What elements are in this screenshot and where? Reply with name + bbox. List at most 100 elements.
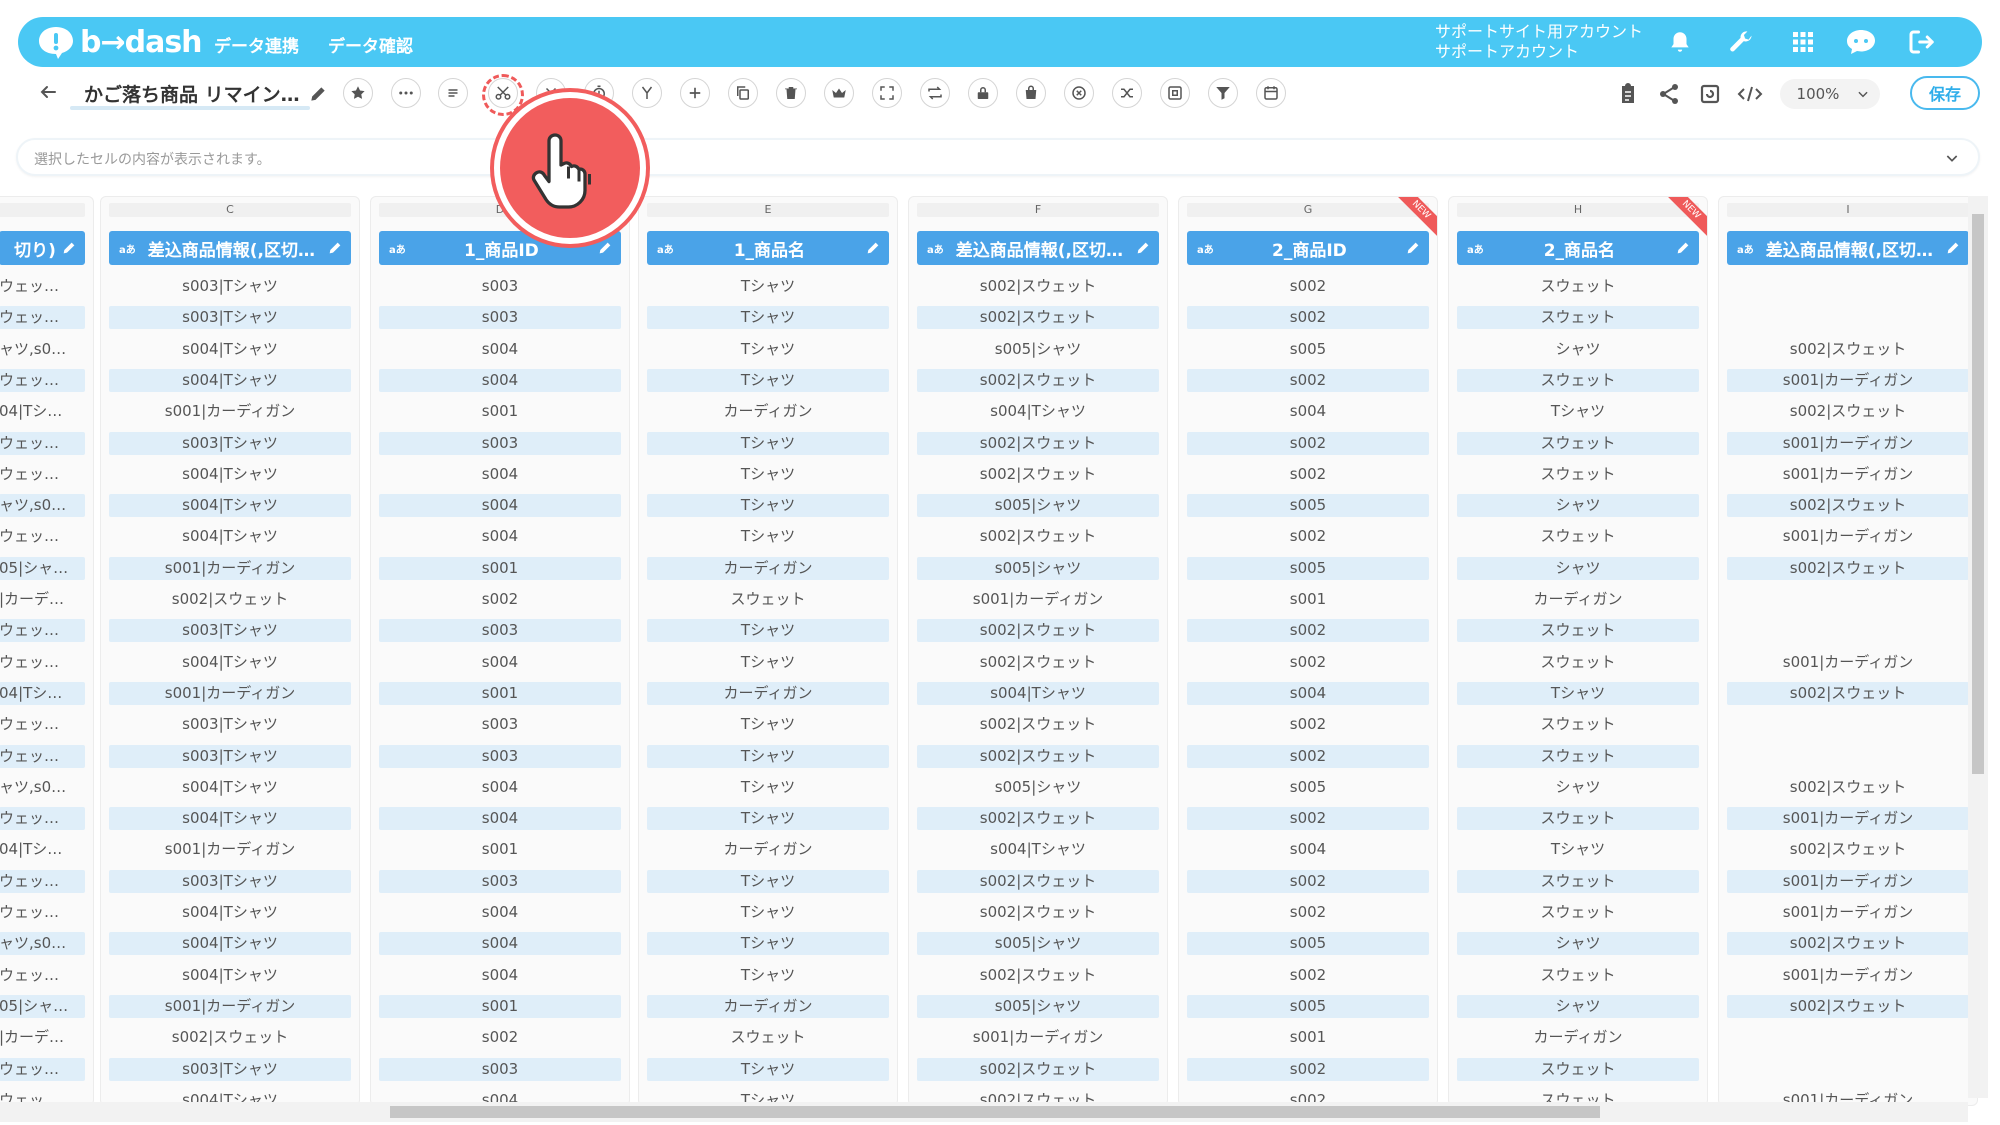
grid-cell[interactable]: s004: [1187, 681, 1429, 705]
grid-cell[interactable]: s002|スウェット: [1727, 932, 1969, 956]
grid-cell[interactable]: s002: [379, 1026, 621, 1049]
bag-icon[interactable]: [1016, 78, 1046, 108]
grid-cell[interactable]: ャツ,s0…: [0, 338, 85, 361]
crown-icon[interactable]: [824, 78, 854, 108]
vertical-scrollbar[interactable]: [1968, 196, 1988, 1098]
grid-cell[interactable]: スウェット: [647, 1026, 889, 1049]
grid-cell[interactable]: s002|スウェット: [109, 588, 351, 611]
grid-cell[interactable]: ウェッ…: [0, 807, 85, 831]
grid-cell[interactable]: [1727, 619, 1969, 642]
grid-cell[interactable]: s004|Tシャツ: [917, 400, 1159, 423]
clipboard-icon[interactable]: [1614, 80, 1642, 108]
back-arrow-icon[interactable]: [36, 80, 62, 106]
grid-cell[interactable]: ウェッ…: [0, 651, 85, 674]
grid-cell[interactable]: s005|シャツ: [917, 932, 1159, 956]
grid-cell[interactable]: s004|Tシャツ: [109, 932, 351, 956]
grid-cell[interactable]: シャツ: [1457, 494, 1699, 518]
grid-cell[interactable]: s001|カーディガン: [109, 400, 351, 423]
grid-cell[interactable]: 05|シャ…: [0, 556, 85, 580]
grid-cell[interactable]: s004|Tシャツ: [109, 901, 351, 924]
grid-cell[interactable]: スウェット: [1457, 807, 1699, 831]
copy-icon[interactable]: [728, 78, 758, 108]
grid-cell[interactable]: s001: [379, 681, 621, 705]
grid-cell[interactable]: [1727, 713, 1969, 736]
grid-cell[interactable]: s002|スウェット: [917, 901, 1159, 924]
grid-cell[interactable]: s004|Tシャツ: [109, 651, 351, 674]
grid-cell[interactable]: ウェッ…: [0, 1057, 85, 1081]
grid-cell[interactable]: s001|カーディガン: [109, 681, 351, 705]
grid-cell[interactable]: カーディガン: [1457, 588, 1699, 611]
grid-cell[interactable]: s002|スウェット: [1727, 556, 1969, 580]
wrench-icon[interactable]: [1724, 25, 1758, 59]
account-info[interactable]: サポートサイト用アカウント サポートアカウント: [1435, 22, 1643, 62]
grid-cell[interactable]: Tシャツ: [647, 619, 889, 643]
plus-icon[interactable]: [680, 78, 710, 108]
grid-cell[interactable]: s002: [379, 588, 621, 611]
column-letter[interactable]: H: [1457, 203, 1699, 217]
repeat-icon[interactable]: [920, 78, 950, 108]
grid-cell[interactable]: Tシャツ: [647, 463, 889, 486]
frame-icon[interactable]: [1160, 78, 1190, 108]
grid-cell[interactable]: Tシャツ: [647, 525, 889, 548]
grid-cell[interactable]: ウェッ…: [0, 901, 85, 924]
save-button[interactable]: 保存: [1910, 76, 1980, 110]
grid-cell[interactable]: s002|スウェット: [917, 964, 1159, 987]
grid-cell[interactable]: s005: [1187, 776, 1429, 799]
grid-cell[interactable]: シャツ: [1457, 994, 1699, 1018]
grid-cell[interactable]: s004|Tシャツ: [109, 807, 351, 831]
grid-cell[interactable]: ウェッ…: [0, 368, 85, 392]
column-header[interactable]: aあ 差込商品情報(,区切…: [1727, 231, 1969, 265]
grid-cell[interactable]: カーディガン: [647, 556, 889, 580]
grid-cell[interactable]: s002|スウェット: [917, 275, 1159, 298]
grid-cell[interactable]: カーディガン: [647, 838, 889, 861]
grid-cell[interactable]: s003|Tシャツ: [109, 713, 351, 736]
grid-cell[interactable]: s001|カーディガン: [917, 1026, 1159, 1049]
grid-cell[interactable]: スウェット: [1457, 964, 1699, 987]
grid-cell[interactable]: スウェット: [1457, 275, 1699, 298]
grid-cell[interactable]: Tシャツ: [1457, 681, 1699, 705]
grid-cell[interactable]: [1727, 306, 1969, 329]
calendar-icon[interactable]: [1256, 78, 1286, 108]
grid-cell[interactable]: s004|Tシャツ: [109, 776, 351, 799]
report-title[interactable]: かご落ち商品 リマイン…: [84, 80, 300, 107]
grid-cell[interactable]: s004: [379, 651, 621, 674]
grid-cell[interactable]: s001|カーディガン: [1727, 869, 1969, 893]
grid-cell[interactable]: Tシャツ: [647, 431, 889, 455]
grid-cell[interactable]: Tシャツ: [647, 494, 889, 518]
grid-cell[interactable]: Tシャツ: [647, 306, 889, 330]
grid-cell[interactable]: ャツ,s0…: [0, 932, 85, 956]
grid-cell[interactable]: シャツ: [1457, 338, 1699, 361]
grid-cell[interactable]: s004|Tシャツ: [109, 525, 351, 548]
grid-cell[interactable]: Tシャツ: [647, 651, 889, 674]
grid-cell[interactable]: s004: [379, 807, 621, 831]
grid-cell[interactable]: s004: [1187, 400, 1429, 423]
grid-cell[interactable]: s003: [379, 713, 621, 736]
grid-cell[interactable]: s001|カーディガン: [109, 838, 351, 861]
grid-cell[interactable]: s002|スウェット: [917, 431, 1159, 455]
grid-cell[interactable]: スウェット: [1457, 431, 1699, 455]
grid-cell[interactable]: s002: [1187, 651, 1429, 674]
grid-cell[interactable]: s001|カーディガン: [109, 556, 351, 580]
grid-cell[interactable]: ウェッ…: [0, 619, 85, 643]
grid-cell[interactable]: s002: [1187, 964, 1429, 987]
grid-cell[interactable]: ャツ,s0…: [0, 776, 85, 799]
chevron-down-icon[interactable]: [1944, 150, 1960, 166]
grid-cell[interactable]: s002|スウェット: [917, 869, 1159, 893]
grid-cell[interactable]: s005: [1187, 494, 1429, 518]
grid-cell[interactable]: s002|スウェット: [1727, 776, 1969, 799]
grid-cell[interactable]: s005|シャツ: [917, 494, 1159, 518]
grid-cell[interactable]: s001|カーディガン: [1727, 525, 1969, 548]
grid-cell[interactable]: s003: [379, 431, 621, 455]
grid-cell[interactable]: スウェット: [1457, 306, 1699, 330]
grid-cell[interactable]: s004: [1187, 838, 1429, 861]
grid-cell[interactable]: s004|Tシャツ: [917, 681, 1159, 705]
grid-cell[interactable]: s002|スウェット: [109, 1026, 351, 1049]
grid-cell[interactable]: s002: [1187, 619, 1429, 643]
cancel-icon[interactable]: [1064, 78, 1094, 108]
grid-cell[interactable]: |カーデ…: [0, 1026, 85, 1049]
grid-cell[interactable]: シャツ: [1457, 776, 1699, 799]
column-letter[interactable]: E: [647, 203, 889, 217]
grid-cell[interactable]: s004: [379, 525, 621, 548]
favorite-star-icon[interactable]: [343, 78, 373, 108]
grid-cell[interactable]: s005: [1187, 994, 1429, 1018]
